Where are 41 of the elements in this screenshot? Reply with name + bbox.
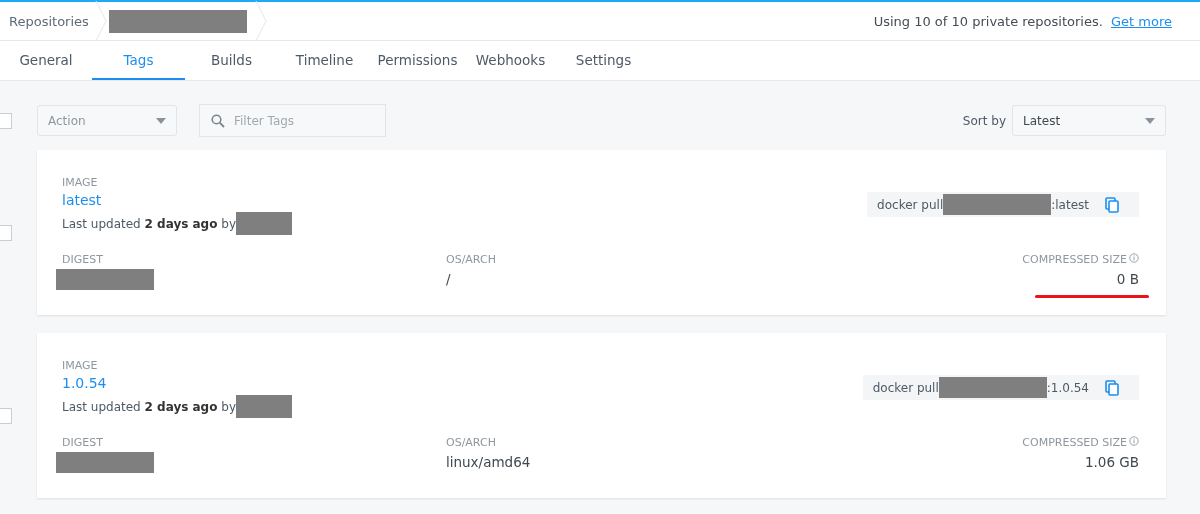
checkbox[interactable] [0, 112, 12, 129]
image-label: IMAGE [62, 359, 99, 372]
sort-label: Sort by [962, 113, 1006, 128]
tab[interactable]: Permissions [371, 41, 464, 80]
info-icon[interactable] [1129, 436, 1139, 446]
tab[interactable]: Timeline [278, 41, 371, 80]
pull-command-text: docker pull [872, 380, 939, 395]
get-more-link[interactable]: Get more [1111, 13, 1172, 29]
info-icon[interactable] [1129, 253, 1139, 263]
os-arch-value: / [446, 271, 452, 287]
pull-tag-text: :1.0.54 [1046, 380, 1089, 395]
checkbox[interactable] [0, 407, 12, 424]
os-arch-label: OS/ARCH [446, 436, 497, 449]
tab[interactable]: Webhooks [464, 41, 557, 80]
last-updated-text: Last updated 2 days ago by [62, 216, 236, 231]
compressed-size-label: COMPRESSED SIZE [1022, 253, 1127, 266]
pull-command-text: docker pull [877, 197, 944, 212]
redaction-block [236, 212, 292, 235]
digest-label: DIGEST [62, 436, 104, 449]
digest-label: DIGEST [62, 253, 104, 266]
checkbox[interactable] [0, 224, 12, 241]
sort-dropdown[interactable]: Latest [1012, 105, 1166, 136]
image-label: IMAGE [62, 176, 99, 189]
filter-field[interactable]: Filter Tags [199, 104, 386, 137]
os-arch-value: linux/amd64 [446, 454, 532, 470]
os-arch-label: OS/ARCH [446, 253, 497, 266]
pull-tag-text: :latest [1051, 197, 1089, 212]
breadcrumb-link[interactable]: Repositories [0, 13, 95, 29]
copy-icon[interactable] [1105, 196, 1119, 213]
caret-icon [1145, 117, 1155, 124]
compressed-size-value: 1.06 GB [1084, 454, 1139, 470]
compressed-size-value: 0 B [1116, 271, 1139, 287]
copy-icon[interactable] [1105, 379, 1119, 396]
tab[interactable]: General [0, 41, 92, 80]
redaction-block [236, 395, 292, 418]
usage-text: Using 10 of 10 private repositories. [873, 13, 1103, 29]
last-updated-text: Last updated 2 days ago by [62, 399, 236, 414]
tab[interactable]: Settings [557, 41, 650, 80]
compressed-size-label: COMPRESSED SIZE [1022, 436, 1127, 449]
caret-icon [156, 117, 166, 124]
tab[interactable]: Builds [185, 41, 278, 80]
